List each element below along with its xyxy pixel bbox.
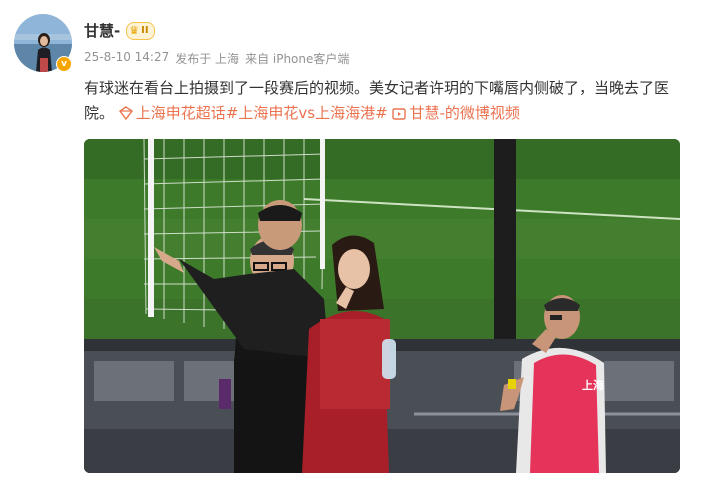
video-icon <box>392 108 407 120</box>
post-meta: 25-8-10 14:27 发布于 上海 来自 iPhone客户端 <box>84 50 349 67</box>
level-badge[interactable]: ♛ II <box>126 21 155 40</box>
super-topic-label: 上海申花超话 <box>135 104 226 122</box>
vest-text: 上海 <box>582 378 604 392</box>
post-timestamp[interactable]: 25-8-10 14:27 <box>84 50 169 67</box>
super-topic-link[interactable]: 上海申花超话 <box>118 104 226 122</box>
verified-badge-icon: v <box>56 56 72 72</box>
post-device: 来自 iPhone客户端 <box>245 52 350 66</box>
crown-icon: ♛ <box>129 24 140 37</box>
video-thumbnail[interactable]: 上海 <box>84 139 680 473</box>
video-link-label: 甘慧-的微博视频 <box>409 104 520 122</box>
post-location: 发布于 上海 <box>175 52 240 66</box>
stadium-scene: 上海 <box>84 139 680 473</box>
hashtag-link[interactable]: #上海申花vs上海海港# <box>226 104 388 122</box>
video-link[interactable]: 甘慧-的微博视频 <box>392 104 520 122</box>
post-content: 有球迷在看台上拍摄到了一段赛后的视频。美女记者许玥的下嘴唇内侧破了，当晚去了医院… <box>84 76 684 126</box>
super-topic-icon <box>118 106 133 120</box>
username[interactable]: 甘慧- <box>84 20 120 41</box>
level-number: II <box>141 25 149 36</box>
